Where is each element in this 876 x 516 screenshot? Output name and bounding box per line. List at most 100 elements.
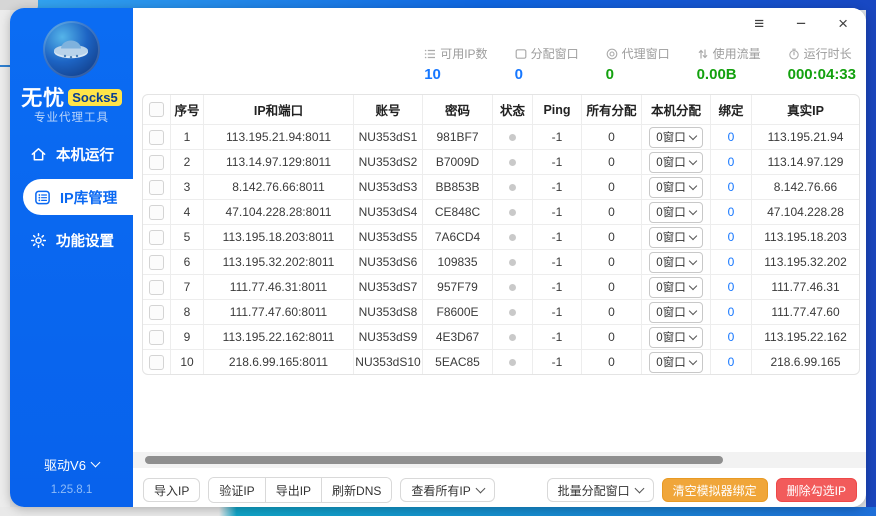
column-header: 绑定	[711, 95, 752, 124]
delete-checked-ip-button[interactable]: 删除勾选IP	[775, 478, 857, 502]
header-checkbox-cell	[143, 95, 171, 124]
row-checkbox[interactable]	[149, 329, 164, 345]
minimize-icon[interactable]: −	[796, 15, 806, 33]
row-checkbox[interactable]	[149, 254, 164, 270]
local-assign-select[interactable]: 0窗口	[649, 201, 703, 223]
export-ip-button[interactable]: 导出IP	[265, 478, 323, 502]
ping-value: -1	[533, 350, 582, 374]
refresh-dns-button[interactable]: 刷新DNS	[322, 478, 392, 502]
verify-ip-button[interactable]: 验证IP	[209, 478, 266, 502]
local-assign-value: 0窗口	[656, 256, 686, 269]
column-header: 账号	[354, 95, 423, 124]
ping-value: -1	[533, 200, 582, 224]
local-assign-select[interactable]: 0窗口	[649, 326, 703, 348]
bind-count-link[interactable]: 0	[728, 355, 735, 369]
row-checkbox[interactable]	[149, 179, 164, 195]
row-index: 5	[171, 225, 204, 249]
ip-and-port: 113.195.32.202:8011	[204, 250, 354, 274]
driver-selector[interactable]: 驱动V6	[10, 455, 133, 474]
bind-count-link[interactable]: 0	[728, 305, 735, 319]
row-checkbox[interactable]	[149, 129, 164, 145]
bind-count-link[interactable]: 0	[728, 230, 735, 244]
view-all-ip-label: 查看所有IP	[411, 483, 471, 498]
bind-count-link[interactable]: 0	[728, 155, 735, 169]
ip-and-port: 218.6.99.165:8011	[204, 350, 354, 374]
local-assign-select[interactable]: 0窗口	[649, 126, 703, 148]
background-window-left	[0, 10, 10, 507]
bind-cell: 0	[711, 350, 752, 374]
select-all-checkbox[interactable]	[149, 102, 164, 117]
sidebar-item-gear[interactable]: 功能设置	[10, 222, 133, 258]
horizontal-scrollbar[interactable]	[133, 452, 866, 468]
row-checkbox-cell	[143, 150, 171, 174]
bind-cell: 0	[711, 325, 752, 349]
row-checkbox[interactable]	[149, 354, 164, 370]
local-assign-select[interactable]: 0窗口	[649, 251, 703, 273]
sidebar-item-ip-library[interactable]: IP库管理	[23, 179, 133, 215]
chevron-down-icon	[688, 156, 697, 165]
local-assign-select[interactable]: 0窗口	[649, 351, 703, 373]
scrollbar-thumb[interactable]	[145, 456, 723, 464]
status-cell	[493, 325, 533, 349]
status-dot-icon	[509, 333, 516, 341]
sidebar-item-label: IP库管理	[60, 190, 118, 207]
row-checkbox[interactable]	[149, 154, 164, 170]
row-checkbox[interactable]	[149, 229, 164, 245]
batch-assign-window-dropdown[interactable]: 批量分配窗口	[546, 478, 654, 502]
bind-count-link[interactable]: 0	[728, 330, 735, 344]
chevron-down-icon	[688, 256, 697, 265]
bind-count-link[interactable]: 0	[728, 180, 735, 194]
local-assign-select[interactable]: 0窗口	[649, 276, 703, 298]
table-row: 7 111.77.46.31:8011 NU353dS7 957F79 -1 0 0窗口 0 1…	[143, 275, 859, 300]
status-dot-icon	[509, 208, 516, 216]
column-header: 本机分配	[642, 95, 711, 124]
chevron-down-icon	[688, 331, 697, 340]
row-checkbox[interactable]	[149, 204, 164, 220]
table-row: 5 113.195.18.203:8011 NU353dS5 7A6CD4 -1 0 0窗口…	[143, 225, 859, 250]
bind-count-link[interactable]: 0	[728, 205, 735, 219]
account: NU353dS6	[354, 250, 423, 274]
password: 5EAC85	[423, 350, 493, 374]
local-assign-select[interactable]: 0窗口	[649, 301, 703, 323]
password: B7009D	[423, 150, 493, 174]
clear-emulator-binding-button[interactable]: 清空模拟器绑定	[661, 478, 768, 502]
row-index: 1	[171, 125, 204, 149]
view-all-ip-dropdown[interactable]: 查看所有IP	[400, 478, 495, 502]
toolbar-left-group: 导入IP 验证IP 导出IP 刷新DNS 查看所有IP	[143, 477, 495, 503]
local-assign-select[interactable]: 0窗口	[649, 151, 703, 173]
local-assign-cell: 0窗口	[642, 300, 711, 324]
all-assign-count: 0	[582, 325, 642, 349]
column-header: 密码	[423, 95, 493, 124]
close-icon[interactable]: ×	[838, 15, 848, 33]
real-ip: 113.195.21.94	[767, 130, 844, 144]
row-checkbox[interactable]	[149, 304, 164, 320]
row-checkbox-cell	[143, 325, 171, 349]
menu-icon[interactable]: ≡	[754, 15, 764, 33]
bind-cell: 0	[711, 300, 752, 324]
bind-count-link[interactable]: 0	[728, 130, 735, 144]
row-index: 6	[171, 250, 204, 274]
row-checkbox-cell	[143, 225, 171, 249]
toolbar-right-group: 批量分配窗口 清空模拟器绑定 删除勾选IP	[546, 477, 857, 503]
ping-value: -1	[533, 250, 582, 274]
ip-and-port: 113.195.21.94:8011	[204, 125, 354, 149]
bind-cell: 0	[711, 250, 752, 274]
column-header: IP和端口	[204, 95, 354, 124]
bind-count-link[interactable]: 0	[728, 280, 735, 294]
ping-value: -1	[533, 225, 582, 249]
sidebar-item-home[interactable]: 本机运行	[10, 136, 133, 172]
table-row: 10 218.6.99.165:8011 NU353dS10 5EAC85 -1 0 0窗口…	[143, 350, 859, 374]
local-assign-value: 0窗口	[656, 331, 686, 344]
sidebar-nav: 本机运行 IP库管理功能设置	[10, 136, 133, 258]
stat-label: 代理窗口	[621, 47, 670, 61]
bind-count-link[interactable]: 0	[728, 255, 735, 269]
import-ip-button[interactable]: 导入IP	[143, 478, 201, 502]
row-checkbox[interactable]	[149, 279, 164, 295]
chevron-down-icon	[688, 356, 697, 365]
column-header: 真实IP	[787, 104, 824, 118]
local-assign-select[interactable]: 0窗口	[649, 176, 703, 198]
list-icon	[424, 48, 436, 60]
local-assign-value: 0窗口	[656, 281, 686, 294]
local-assign-cell: 0窗口	[642, 175, 711, 199]
local-assign-select[interactable]: 0窗口	[649, 226, 703, 248]
